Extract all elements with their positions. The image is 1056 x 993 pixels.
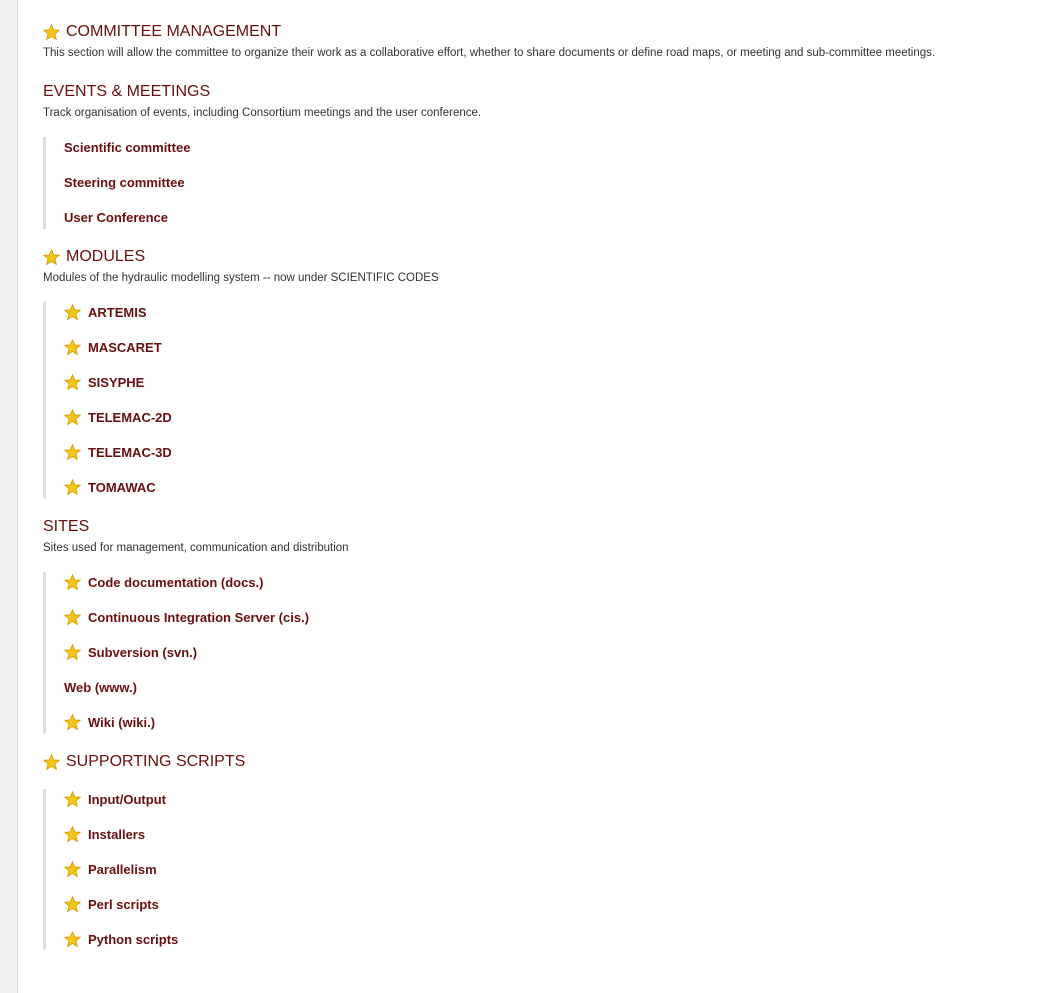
star-icon[interactable] xyxy=(64,443,81,461)
star-icon[interactable] xyxy=(64,608,81,626)
subcategory-link[interactable]: SISYPHE xyxy=(88,375,144,390)
subcategory-link[interactable]: Parallelism xyxy=(88,862,157,877)
subcategory-link[interactable]: Wiki (wiki.) xyxy=(88,715,155,730)
star-icon[interactable] xyxy=(43,753,60,771)
list-item: Steering committee xyxy=(64,173,185,191)
section-title-link[interactable]: COMMITTEE MANAGEMENT xyxy=(66,23,281,41)
subcategory-link[interactable]: Subversion (svn.) xyxy=(88,645,197,660)
list-item: Input/Output xyxy=(64,790,166,808)
list-item: TOMAWAC xyxy=(64,478,156,496)
star-icon[interactable] xyxy=(64,643,81,661)
list-item: Continuous Integration Server (cis.) xyxy=(64,608,309,626)
star-icon[interactable] xyxy=(64,408,81,426)
subcategory-link[interactable]: Scientific committee xyxy=(64,140,190,155)
subcategory-link[interactable]: Perl scripts xyxy=(88,897,159,912)
subcategory-link[interactable]: Input/Output xyxy=(88,792,166,807)
section-description: Modules of the hydraulic modelling syste… xyxy=(43,272,439,284)
list-item: ARTEMIS xyxy=(64,303,147,321)
list-item: SISYPHE xyxy=(64,373,144,391)
section-title-link[interactable]: SITES xyxy=(43,518,89,536)
subcategory-link[interactable]: Steering committee xyxy=(64,175,185,190)
star-icon[interactable] xyxy=(64,825,81,843)
star-icon[interactable] xyxy=(64,478,81,496)
list-item: Scientific committee xyxy=(64,138,190,156)
list-item: Python scripts xyxy=(64,930,178,948)
star-icon[interactable] xyxy=(64,860,81,878)
section-title-link[interactable]: SUPPORTING SCRIPTS xyxy=(66,753,245,771)
section-description: Sites used for management, communication… xyxy=(43,542,349,554)
star-icon[interactable] xyxy=(64,895,81,913)
events-subcategory-list: Scientific committee Steering committee … xyxy=(43,137,190,229)
subcategory-link[interactable]: Code documentation (docs.) xyxy=(88,575,264,590)
list-item: Wiki (wiki.) xyxy=(64,713,155,731)
list-item: Code documentation (docs.) xyxy=(64,573,264,591)
section-modules: MODULES xyxy=(43,247,145,267)
subcategory-link[interactable]: Continuous Integration Server (cis.) xyxy=(88,610,309,625)
list-item: Subversion (svn.) xyxy=(64,643,197,661)
star-icon[interactable] xyxy=(64,930,81,948)
left-sidebar-strip xyxy=(0,0,18,993)
list-item: TELEMAC-3D xyxy=(64,443,172,461)
subcategory-link[interactable]: ARTEMIS xyxy=(88,305,147,320)
section-committee-management: COMMITTEE MANAGEMENT xyxy=(43,22,281,42)
section-events-meetings: EVENTS & MEETINGS xyxy=(43,82,210,102)
list-item: Perl scripts xyxy=(64,895,159,913)
star-icon[interactable] xyxy=(64,713,81,731)
section-title-link[interactable]: EVENTS & MEETINGS xyxy=(43,83,210,101)
subcategory-link[interactable]: TOMAWAC xyxy=(88,480,156,495)
star-icon[interactable] xyxy=(64,790,81,808)
section-title-link[interactable]: MODULES xyxy=(66,248,145,266)
subcategory-link[interactable]: User Conference xyxy=(64,210,168,225)
list-item: Parallelism xyxy=(64,860,157,878)
subcategory-link[interactable]: TELEMAC-3D xyxy=(88,445,172,460)
list-item: Installers xyxy=(64,825,145,843)
list-item: User Conference xyxy=(64,208,168,226)
star-icon[interactable] xyxy=(64,338,81,356)
star-icon[interactable] xyxy=(43,248,60,266)
list-item: MASCARET xyxy=(64,338,162,356)
list-item: Web (www.) xyxy=(64,678,137,696)
subcategory-link[interactable]: MASCARET xyxy=(88,340,162,355)
subcategory-link[interactable]: Web (www.) xyxy=(64,680,137,695)
section-description: Track organisation of events, including … xyxy=(43,107,482,119)
section-sites: SITES xyxy=(43,517,89,537)
star-icon[interactable] xyxy=(64,373,81,391)
star-icon[interactable] xyxy=(43,23,60,41)
star-icon[interactable] xyxy=(64,573,81,591)
star-icon[interactable] xyxy=(64,303,81,321)
list-item: TELEMAC-2D xyxy=(64,408,172,426)
modules-subcategory-list: ARTEMIS MASCARET SISYPHE TELEMAC-2D TELE… xyxy=(43,302,172,498)
sites-subcategory-list: Code documentation (docs.) Continuous In… xyxy=(43,572,309,734)
scripts-subcategory-list: Input/Output Installers Parallelism Perl… xyxy=(43,789,178,950)
section-supporting-scripts: SUPPORTING SCRIPTS xyxy=(43,752,245,772)
subcategory-link[interactable]: Installers xyxy=(88,827,145,842)
subcategory-link[interactable]: Python scripts xyxy=(88,932,178,947)
subcategory-link[interactable]: TELEMAC-2D xyxy=(88,410,172,425)
section-description: This section will allow the committee to… xyxy=(43,47,936,59)
